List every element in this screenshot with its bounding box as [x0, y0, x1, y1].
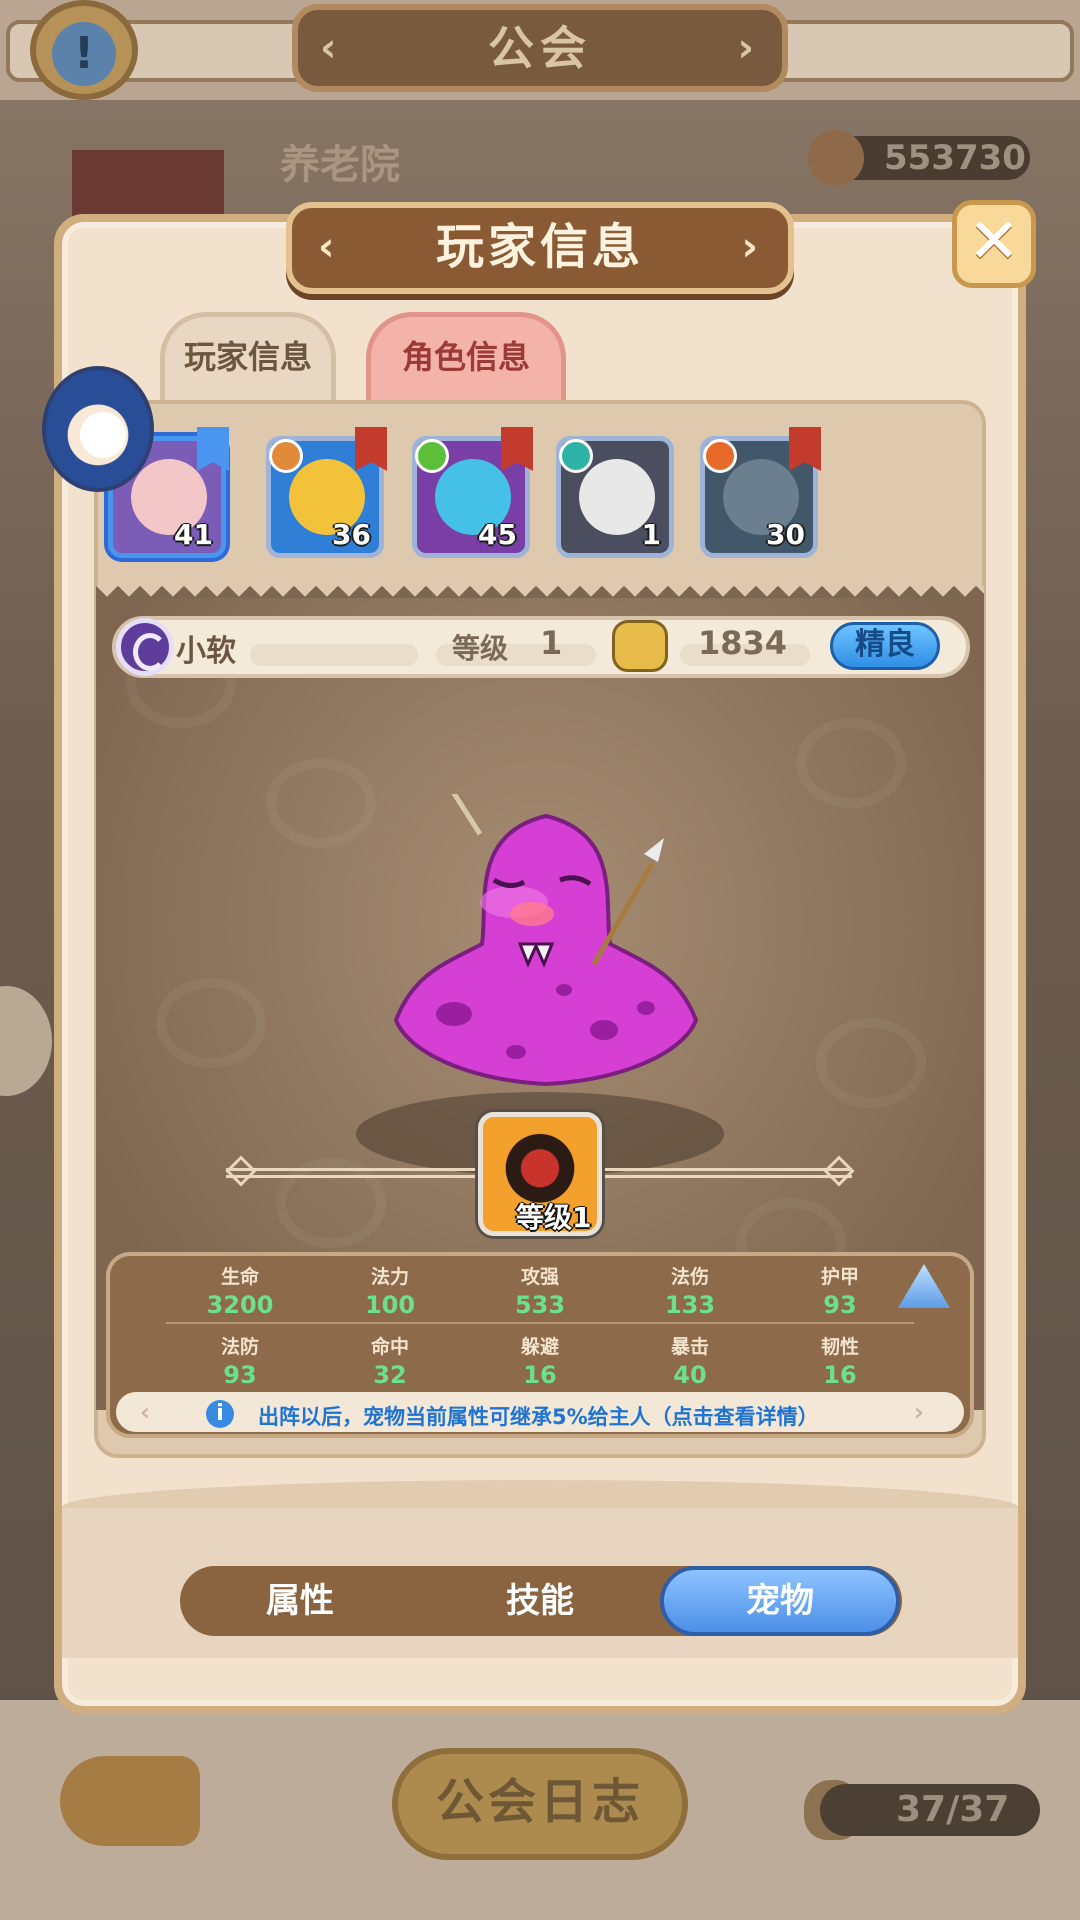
tab-attributes[interactable]: 属性: [210, 1566, 390, 1636]
stats-divider: [166, 1322, 914, 1324]
character-level: 45: [478, 518, 517, 551]
helmet-sword-icon: [612, 620, 668, 672]
character-level: 30: [766, 518, 805, 551]
pet-level-value: 1: [540, 624, 563, 662]
stat-hp: 生命 3200: [206, 1266, 274, 1319]
modal-title-banner: ‹ 玩家信息 ›: [286, 202, 794, 294]
modal-title: 玩家信息: [435, 219, 644, 275]
leader-flag-icon: [789, 427, 821, 471]
pet-level-label: 等级: [452, 632, 509, 665]
guild-title-banner: ‹ 公会 ›: [292, 4, 788, 92]
stat-dodge: 躲避 16: [520, 1336, 559, 1389]
character-level: 36: [332, 518, 371, 551]
blush: [510, 902, 554, 926]
beast-class-icon: [703, 439, 737, 473]
leader-flag-icon: [501, 427, 533, 471]
swirl-decoration: [796, 718, 906, 808]
stat-armor: 护甲 93: [820, 1266, 859, 1319]
character-card-3[interactable]: 45: [412, 427, 533, 558]
pet-type-icon: [116, 618, 174, 676]
chevron-left-icon: ‹: [318, 224, 339, 270]
chevron-left-icon: ‹: [140, 1398, 150, 1426]
stat-hit: 命中 32: [370, 1336, 409, 1389]
tab-pet[interactable]: 宠物: [660, 1566, 900, 1636]
leader-flag-icon: [355, 427, 387, 471]
guild-name: 养老院: [280, 142, 400, 188]
guild-emblem-icon: [808, 130, 864, 186]
warrior-class-icon: [269, 439, 303, 473]
nature-class-icon: [415, 439, 449, 473]
swirl-decoration: [266, 758, 376, 848]
character-card-4[interactable]: 1: [556, 436, 674, 558]
tab-player-info[interactable]: 玩家信息: [160, 312, 336, 404]
character-card-2[interactable]: 36: [266, 427, 387, 558]
character-level: 1: [641, 518, 661, 551]
pet-power-value: 1834: [698, 624, 788, 662]
tab-label: 角色信息: [401, 338, 530, 376]
stat-crit: 暴击 40: [670, 1336, 709, 1389]
mage-class-icon: [559, 439, 593, 473]
arrow: [451, 794, 483, 836]
guild-title: 公会: [488, 21, 592, 75]
exclamation-icon: !: [52, 22, 116, 86]
stat-attack: 攻强 533: [514, 1266, 566, 1319]
character-level: 41: [174, 518, 213, 551]
player-avatar: [42, 366, 154, 492]
crown-badge-icon: [197, 427, 229, 471]
pet-skill-level: 等级1: [516, 1201, 592, 1234]
close-button[interactable]: ✕: [952, 200, 1036, 288]
chevron-right-icon: ›: [914, 1398, 924, 1426]
pink-slime-pet: [393, 794, 699, 1087]
alert-button[interactable]: !: [30, 0, 138, 100]
stat-spell-damage: 法伤 133: [664, 1266, 716, 1319]
close-icon: ✕: [968, 204, 1020, 277]
guild-log-button[interactable]: 公会日志: [392, 1748, 688, 1860]
swirl-decoration: [816, 1018, 926, 1108]
tab-role-info[interactable]: 角色信息: [366, 312, 566, 404]
stat-toughness: 韧性 16: [820, 1336, 859, 1389]
pet-name: 小软: [176, 634, 236, 669]
tab-skills[interactable]: 技能: [450, 1566, 630, 1636]
quality-badge: 精良: [830, 622, 940, 670]
member-count: 37/37: [820, 1784, 1040, 1836]
swirl-decoration: [156, 978, 266, 1068]
fishbone-icon[interactable]: [60, 1756, 200, 1846]
name-pill: [250, 644, 418, 666]
chevron-right-icon: ›: [741, 224, 762, 270]
stat-magic-defense: 法防 93: [220, 1336, 259, 1389]
chevron-left-icon: ‹: [320, 25, 343, 71]
stat-mana: 法力 100: [364, 1266, 416, 1319]
inheritance-tip[interactable]: 出阵以后，宠物当前属性可继承5%给主人（点击查看详情）: [258, 1401, 819, 1431]
character-card-5[interactable]: 30: [700, 427, 821, 558]
info-icon: i: [206, 1400, 234, 1428]
tab-label: 玩家信息: [183, 338, 312, 376]
chevron-right-icon: ›: [737, 25, 760, 71]
avatar-face: [80, 412, 126, 458]
